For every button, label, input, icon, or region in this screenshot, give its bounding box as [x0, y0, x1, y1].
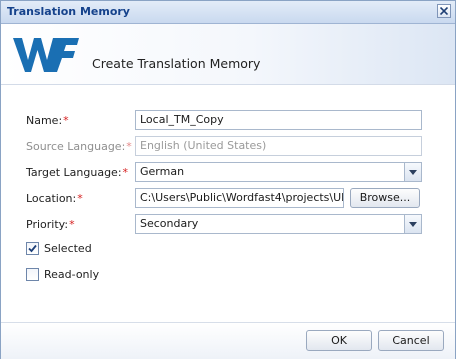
target-language-value: German: [140, 165, 185, 178]
window-title: Translation Memory: [7, 5, 130, 18]
selected-checkbox[interactable]: [26, 242, 39, 255]
wf-logo-icon: [13, 38, 79, 72]
chevron-down-icon: [409, 170, 417, 175]
priority-select[interactable]: Secondary: [135, 214, 422, 234]
read-only-checkbox[interactable]: [26, 268, 39, 281]
location-label: Location:*: [26, 192, 83, 205]
header-title: Create Translation Memory: [92, 56, 261, 71]
cancel-button[interactable]: Cancel: [378, 330, 444, 351]
target-language-select[interactable]: German: [135, 162, 422, 182]
priority-value: Secondary: [140, 217, 199, 230]
required-mark: *: [69, 218, 75, 231]
checkmark-icon: [28, 244, 37, 253]
translation-memory-dialog: Translation Memory Create Translation Me…: [0, 0, 456, 359]
tm-form: Name:* Local_TM_Copy Source Language:* E…: [1, 85, 455, 323]
title-bar[interactable]: Translation Memory: [1, 1, 455, 24]
dialog-header: Create Translation Memory: [1, 24, 455, 85]
priority-label: Priority:*: [26, 218, 75, 231]
close-icon: [440, 7, 448, 15]
name-input[interactable]: Local_TM_Copy: [135, 110, 422, 130]
required-mark: *: [63, 114, 69, 127]
read-only-label: Read-only: [44, 268, 100, 281]
target-language-dropdown-button[interactable]: [404, 163, 421, 181]
name-label: Name:*: [26, 114, 69, 127]
required-mark: *: [122, 166, 129, 179]
target-language-label: Target Language:*: [26, 166, 129, 179]
close-button[interactable]: [437, 4, 451, 18]
source-language-input: English (United States): [135, 136, 422, 156]
selected-label: Selected: [44, 242, 92, 255]
required-mark: *: [126, 140, 132, 153]
dialog-footer: OK Cancel: [1, 322, 455, 359]
browse-button[interactable]: Browse...: [350, 188, 420, 208]
chevron-down-icon: [409, 222, 417, 227]
required-mark: *: [77, 192, 83, 205]
location-input[interactable]: C:\Users\Public\Wordfast4\projects\Ult: [135, 188, 344, 208]
source-language-label: Source Language:*: [26, 140, 132, 153]
priority-dropdown-button[interactable]: [404, 215, 421, 233]
ok-button[interactable]: OK: [306, 330, 372, 351]
